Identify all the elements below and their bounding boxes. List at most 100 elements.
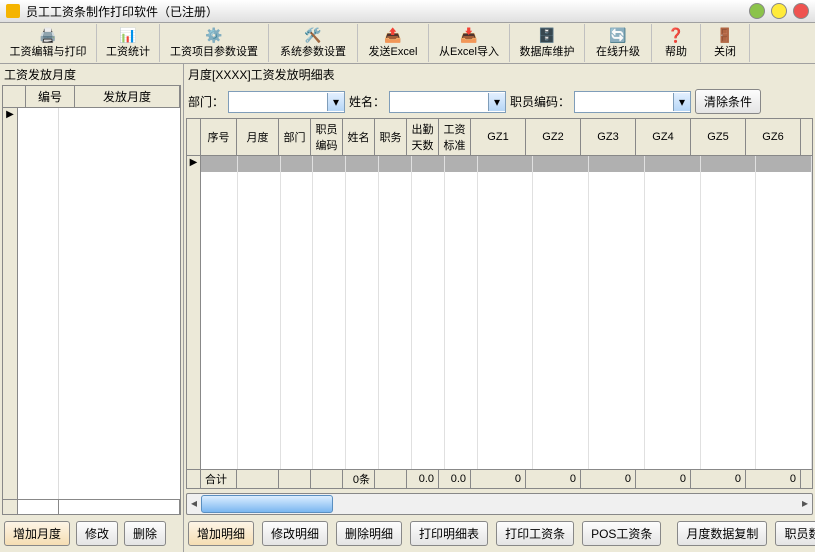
edit-month-button[interactable]: 修改 bbox=[76, 521, 118, 546]
dept-input[interactable] bbox=[229, 93, 327, 111]
name-combo[interactable]: ▾ bbox=[389, 91, 506, 113]
empno-input[interactable] bbox=[575, 93, 673, 111]
col-num-header[interactable]: 编号 bbox=[26, 86, 75, 107]
name-input[interactable] bbox=[390, 93, 488, 111]
col-header-GZ4[interactable]: GZ4 bbox=[636, 119, 691, 155]
row-indicator-header bbox=[187, 119, 201, 155]
toolbar-帮助[interactable]: ❓帮助 bbox=[652, 24, 701, 62]
toolbar-icon: 📊 bbox=[120, 27, 136, 43]
col-month-body bbox=[59, 108, 180, 499]
toolbar-label: 系统参数设置 bbox=[280, 43, 346, 59]
detail-grid-header: 序号月度部门职员编码姓名职务出勤天数工资标准GZ1GZ2GZ3GZ4GZ5GZ6 bbox=[187, 119, 812, 156]
row-indicator-header bbox=[3, 86, 26, 107]
maximize-button[interactable] bbox=[771, 3, 787, 19]
btn-打印明细表[interactable]: 打印明细表 bbox=[410, 521, 488, 546]
sum-cell bbox=[187, 470, 201, 488]
left-panel: 工资发放月度 编号 发放月度 ▶ 增加月度 修改 删除 bbox=[0, 64, 184, 552]
title-bar[interactable]: 员工工资条制作打印软件（已注册） bbox=[0, 0, 815, 23]
sum-cell bbox=[375, 470, 407, 488]
toolbar-icon: 🔄 bbox=[610, 27, 626, 43]
scroll-right-arrow-icon[interactable]: ▸ bbox=[798, 494, 812, 512]
btn-修改明细[interactable]: 修改明细 bbox=[262, 521, 328, 546]
toolbar-label: 发送Excel bbox=[369, 43, 418, 59]
sum-cell: 0.0 bbox=[407, 470, 439, 488]
window-title: 员工工资条制作打印软件（已注册） bbox=[26, 3, 749, 20]
col-num-body bbox=[18, 108, 59, 499]
toolbar-label: 在线升级 bbox=[596, 43, 640, 59]
scroll-left-arrow-icon[interactable]: ◂ bbox=[187, 494, 201, 512]
toolbar-在线升级[interactable]: 🔄在线升级 bbox=[585, 24, 652, 62]
col-header-月度[interactable]: 月度 bbox=[237, 119, 279, 155]
col-header-GZ3[interactable]: GZ3 bbox=[581, 119, 636, 155]
toolbar-工资统计[interactable]: 📊工资统计 bbox=[97, 24, 160, 62]
minimize-button[interactable] bbox=[749, 3, 765, 19]
sum-cell: 0 bbox=[636, 470, 691, 488]
toolbar-从Excel导入[interactable]: 📥从Excel导入 bbox=[429, 24, 510, 62]
toolbar-发送Excel[interactable]: 📤发送Excel bbox=[358, 24, 429, 62]
detail-grid-body[interactable]: ▶ bbox=[187, 156, 812, 469]
btn-打印工资条[interactable]: 打印工资条 bbox=[496, 521, 574, 546]
filter-bar: 部门： ▾ 姓名： ▾ 职员编码： ▾ 清除条件 bbox=[184, 85, 815, 118]
month-grid[interactable]: 编号 发放月度 ▶ bbox=[2, 85, 181, 515]
col-header-GZ6[interactable]: GZ6 bbox=[746, 119, 801, 155]
toolbar-工资项目参数设置[interactable]: ⚙️工资项目参数设置 bbox=[160, 24, 269, 62]
toolbar-icon: ❓ bbox=[668, 27, 684, 43]
month-grid-body[interactable]: ▶ bbox=[3, 108, 180, 499]
main-toolbar: 🖨️工资编辑与打印📊工资统计⚙️工资项目参数设置🛠️系统参数设置📤发送Excel… bbox=[0, 23, 815, 64]
col-header-职务[interactable]: 职务 bbox=[375, 119, 407, 155]
col-header-GZ1[interactable]: GZ1 bbox=[471, 119, 526, 155]
btn-月度数据复制[interactable]: 月度数据复制 bbox=[677, 521, 767, 546]
empno-label: 职员编码： bbox=[510, 93, 570, 110]
btn-增加明细[interactable]: 增加明细 bbox=[188, 521, 254, 546]
horizontal-scrollbar[interactable]: ◂ ▸ bbox=[186, 493, 813, 515]
dept-label: 部门： bbox=[188, 93, 224, 110]
right-panel: 月度[XXXX]工资发放明细表 部门： ▾ 姓名： ▾ 职员编码： ▾ 清除条件… bbox=[184, 64, 815, 552]
sum-cell: 0.0 bbox=[439, 470, 471, 488]
clear-filter-button[interactable]: 清除条件 bbox=[695, 89, 761, 114]
cursor-arrow-icon: ▶ bbox=[6, 110, 14, 120]
dropdown-arrow-icon[interactable]: ▾ bbox=[327, 93, 344, 111]
sum-cell: 0 bbox=[691, 470, 746, 488]
window-buttons bbox=[749, 3, 809, 19]
col-header-出勤天数[interactable]: 出勤天数 bbox=[407, 119, 439, 155]
sum-cell: 0 bbox=[746, 470, 801, 488]
col-header-姓名[interactable]: 姓名 bbox=[343, 119, 375, 155]
detail-grid[interactable]: 序号月度部门职员编码姓名职务出勤天数工资标准GZ1GZ2GZ3GZ4GZ5GZ6… bbox=[186, 118, 813, 489]
app-window: 员工工资条制作打印软件（已注册） 🖨️工资编辑与打印📊工资统计⚙️工资项目参数设… bbox=[0, 0, 815, 552]
toolbar-label: 帮助 bbox=[665, 43, 687, 59]
toolbar-label: 工资统计 bbox=[106, 43, 150, 59]
delete-month-button[interactable]: 删除 bbox=[124, 521, 166, 546]
toolbar-icon: 📥 bbox=[461, 27, 477, 43]
toolbar-关闭[interactable]: 🚪关闭 bbox=[701, 24, 750, 62]
dropdown-arrow-icon[interactable]: ▾ bbox=[488, 93, 505, 111]
dropdown-arrow-icon[interactable]: ▾ bbox=[673, 93, 690, 111]
empno-combo[interactable]: ▾ bbox=[574, 91, 691, 113]
sum-cell bbox=[279, 470, 311, 488]
scrollbar-thumb[interactable] bbox=[201, 495, 333, 513]
dept-combo[interactable]: ▾ bbox=[228, 91, 345, 113]
col-month-header[interactable]: 发放月度 bbox=[75, 86, 180, 107]
cursor-arrow-icon: ▶ bbox=[190, 158, 198, 168]
sum-cell: 0 bbox=[471, 470, 526, 488]
toolbar-icon: 🚪 bbox=[717, 27, 733, 43]
add-month-button[interactable]: 增加月度 bbox=[4, 521, 70, 546]
toolbar-工资编辑与打印[interactable]: 🖨️工资编辑与打印 bbox=[0, 24, 97, 62]
right-buttons: 增加明细修改明细删除明细打印明细表打印工资条 POS工资条月度数据复制职员数据复制 bbox=[184, 515, 815, 552]
grid-column-lines bbox=[201, 156, 812, 469]
close-button[interactable] bbox=[793, 3, 809, 19]
toolbar-icon: 🖨️ bbox=[40, 27, 56, 43]
btn-POS工资条[interactable]: POS工资条 bbox=[582, 521, 661, 546]
btn-职员数据复制[interactable]: 职员数据复制 bbox=[775, 521, 815, 546]
col-header-职员编码[interactable]: 职员编码 bbox=[311, 119, 343, 155]
col-header-GZ2[interactable]: GZ2 bbox=[526, 119, 581, 155]
toolbar-icon: 📤 bbox=[385, 27, 401, 43]
toolbar-系统参数设置[interactable]: 🛠️系统参数设置 bbox=[269, 24, 358, 62]
col-header-工资标准[interactable]: 工资标准 bbox=[439, 119, 471, 155]
sum-cell: 0条 bbox=[343, 470, 375, 488]
btn-删除明细[interactable]: 删除明细 bbox=[336, 521, 402, 546]
col-header-序号[interactable]: 序号 bbox=[201, 119, 237, 155]
toolbar-label: 关闭 bbox=[714, 43, 736, 59]
col-header-部门[interactable]: 部门 bbox=[279, 119, 311, 155]
col-header-GZ5[interactable]: GZ5 bbox=[691, 119, 746, 155]
toolbar-数据库维护[interactable]: 🗄️数据库维护 bbox=[510, 24, 585, 62]
